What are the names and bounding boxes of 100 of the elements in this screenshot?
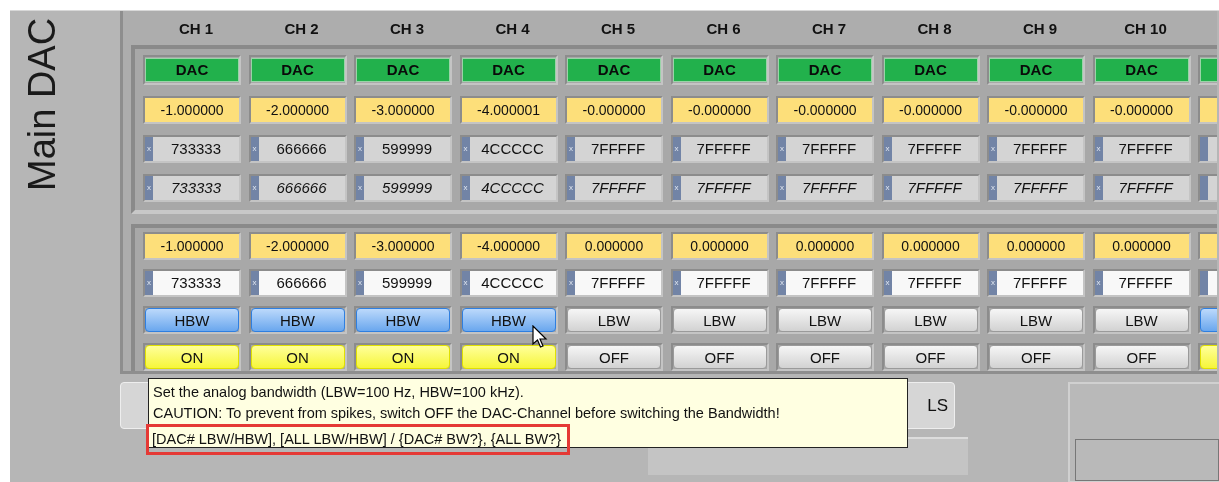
radix-indicator[interactable]: x [461, 271, 470, 295]
radix-indicator[interactable]: x [778, 176, 786, 200]
mode-indicator: DAC [567, 58, 661, 82]
channel-label: CH 6 [705, 19, 742, 37]
radix-indicator[interactable]: x [145, 137, 153, 161]
value-display: 0.000000 [672, 234, 767, 258]
hex-value: 7FFFFF [695, 139, 752, 159]
hex-value: 7FFFFF [800, 273, 858, 293]
value-display: -2.000000 [250, 98, 345, 122]
hex-value: 733333 [169, 139, 223, 159]
radix-indicator[interactable]: x [250, 176, 259, 200]
radix-indicator[interactable]: x [567, 137, 575, 161]
hex-value: 7FFFFF [906, 273, 963, 293]
bandwidth-button[interactable]: HBW [461, 308, 556, 332]
radix-indicator[interactable]: x [145, 271, 153, 295]
bandwidth-button[interactable]: HBW [145, 308, 239, 332]
hex-value: 7FFFFF [906, 178, 964, 198]
mode-indicator: DAC [250, 58, 345, 82]
mode-indicator: DAC [883, 58, 978, 82]
radix-indicator[interactable]: x [883, 271, 892, 295]
hex-value: 7FFFFF [589, 178, 647, 198]
radix-indicator[interactable]: x [250, 271, 259, 295]
output-button[interactable]: ON [145, 345, 239, 369]
value-display: -2.000000 [250, 234, 345, 258]
hex-value: 7FFFFF [906, 139, 963, 159]
hex-value: 7FFFFF [1011, 139, 1069, 159]
mode-indicator: DAC [672, 58, 767, 82]
value-display: -4.000001 [461, 98, 556, 122]
radix-indicator[interactable]: x [356, 271, 364, 295]
output-button[interactable]: OFF [1094, 345, 1189, 369]
radix-indicator[interactable]: x [989, 271, 997, 295]
output-button[interactable]: ON [356, 345, 450, 369]
radix-indicator[interactable]: x [1094, 271, 1103, 295]
radix-indicator[interactable]: x [989, 176, 997, 200]
radix-indicator[interactable]: x [356, 176, 364, 200]
hex-value: 7FFFFF [1117, 273, 1174, 293]
hex-value: 7FFFFF [695, 178, 753, 198]
channel-label: CH 5 [599, 19, 637, 37]
value-display: 0.000000 [883, 234, 978, 258]
bandwidth-button[interactable]: LBW [672, 308, 767, 332]
radix-indicator[interactable]: x [1094, 176, 1103, 200]
radix-indicator[interactable] [1200, 176, 1208, 200]
value-display: -4.000000 [461, 234, 556, 258]
radix-indicator[interactable]: x [672, 137, 681, 161]
output-button[interactable]: OFF [989, 345, 1083, 369]
panel-title: Main DAC [22, 21, 62, 191]
hex-value: 733333 [169, 178, 223, 198]
value-display: -0.000000 [1094, 98, 1189, 122]
output-button[interactable]: ON [461, 345, 556, 369]
radix-indicator[interactable] [1200, 271, 1208, 295]
radix-indicator[interactable]: x [567, 176, 575, 200]
radix-indicator[interactable] [1200, 137, 1208, 161]
radix-indicator[interactable]: x [250, 137, 259, 161]
output-button[interactable]: ON [250, 345, 345, 369]
hex-value: 7FFFFF [1011, 178, 1069, 198]
radix-indicator[interactable]: x [883, 176, 892, 200]
channel-label: CH 4 [494, 19, 531, 37]
hex-value: 7FFFFF [1117, 139, 1174, 159]
mode-indicator: DAC [356, 58, 450, 82]
bandwidth-button[interactable]: LBW [989, 308, 1083, 332]
value-display: 0.000000 [778, 234, 872, 258]
output-button[interactable]: OFF [567, 345, 661, 369]
radix-indicator[interactable]: x [461, 137, 470, 161]
hex-value: 599999 [380, 178, 434, 198]
hex-value: 4CCCCC [480, 273, 545, 293]
radix-indicator[interactable]: x [778, 137, 786, 161]
value-display: -3.000000 [356, 98, 450, 122]
hex-value: 7FFFFF [589, 273, 647, 293]
output-button[interactable]: OFF [883, 345, 978, 369]
mode-indicator: DAC [461, 58, 556, 82]
bandwidth-button[interactable]: LBW [1094, 308, 1189, 332]
hex-value: 599999 [380, 139, 434, 159]
hex-value: 4CCCCC [480, 178, 545, 198]
bandwidth-button[interactable]: HBW [356, 308, 450, 332]
output-button[interactable]: OFF [778, 345, 872, 369]
value-display: -0.000000 [672, 98, 767, 122]
bandwidth-button[interactable]: LBW [778, 308, 872, 332]
radix-indicator[interactable]: x [672, 271, 681, 295]
value-display: 0.000000 [989, 234, 1083, 258]
bandwidth-button[interactable]: LBW [567, 308, 661, 332]
radix-indicator[interactable]: x [356, 137, 364, 161]
radix-indicator[interactable]: x [461, 176, 470, 200]
radix-indicator[interactable]: x [778, 271, 786, 295]
radix-indicator[interactable]: x [883, 137, 892, 161]
bandwidth-button[interactable]: HBW [250, 308, 345, 332]
value-display: -0.000000 [778, 98, 872, 122]
hex-value: 666666 [275, 273, 328, 293]
radix-indicator[interactable]: x [567, 271, 575, 295]
hex-value: 7FFFFF [800, 178, 858, 198]
channel-label: CH 3 [388, 19, 426, 37]
radix-indicator[interactable]: x [145, 176, 153, 200]
output-button[interactable]: OFF [672, 345, 767, 369]
value-display: -1.000000 [145, 98, 239, 122]
value-display: -0.000000 [567, 98, 661, 122]
mode-indicator: DAC [778, 58, 872, 82]
radix-indicator[interactable]: x [989, 137, 997, 161]
radix-indicator[interactable]: x [672, 176, 681, 200]
radix-indicator[interactable]: x [1094, 137, 1103, 161]
bandwidth-button[interactable]: LBW [883, 308, 978, 332]
value-display: -0.000000 [883, 98, 978, 122]
